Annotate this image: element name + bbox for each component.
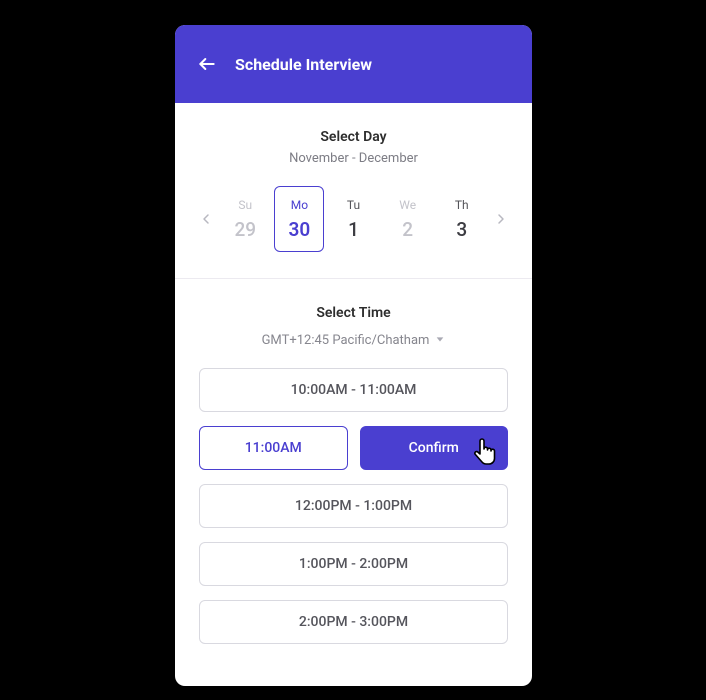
time-slot[interactable]: 2:00PM - 3:00PM	[199, 600, 508, 644]
time-slot[interactable]: 1:00PM - 2:00PM	[199, 542, 508, 586]
day-option[interactable]: Tu 1	[328, 186, 378, 252]
page-title: Schedule Interview	[235, 55, 372, 74]
day-number: 29	[234, 218, 256, 241]
timezone-label: GMT+12:45 Pacific/Chatham	[262, 333, 430, 348]
day-of-week: Su	[238, 198, 252, 212]
select-day-title: Select Day	[195, 129, 512, 145]
day-number: 3	[456, 218, 467, 241]
day-number: 2	[402, 218, 413, 241]
timezone-selector[interactable]: GMT+12:45 Pacific/Chatham	[262, 333, 446, 348]
day-of-week: Mo	[291, 198, 308, 212]
back-arrow-icon[interactable]	[197, 54, 217, 74]
selected-slot-row: 11:00AM Confirm	[199, 426, 508, 470]
time-slot[interactable]: 10:00AM - 11:00AM	[199, 368, 508, 412]
day-of-week: Th	[455, 198, 469, 212]
header-bar: Schedule Interview	[175, 25, 532, 103]
caret-down-icon	[435, 333, 445, 348]
day-row: Su 29 Mo 30 Tu 1 We 2 Th 3	[195, 186, 512, 278]
select-day-section: Select Day November - December Su 29 Mo …	[175, 103, 532, 278]
time-slot[interactable]: 12:00PM - 1:00PM	[199, 484, 508, 528]
schedule-card: Schedule Interview Select Day November -…	[175, 25, 532, 686]
select-time-section: Select Time GMT+12:45 Pacific/Chatham 10…	[175, 279, 532, 644]
time-slot-list: 10:00AM - 11:00AM 11:00AM Confirm 12:00P…	[199, 368, 508, 644]
next-week-icon[interactable]	[491, 211, 512, 227]
day-of-week: We	[399, 198, 416, 212]
selected-time-chip[interactable]: 11:00AM	[199, 426, 348, 470]
day-option[interactable]: Su 29	[220, 186, 270, 252]
day-number: 30	[289, 218, 311, 241]
day-option[interactable]: Mo 30	[274, 186, 324, 252]
confirm-button[interactable]: Confirm	[360, 426, 509, 470]
day-option[interactable]: We 2	[383, 186, 433, 252]
day-of-week: Tu	[347, 198, 360, 212]
month-range: November - December	[195, 151, 512, 166]
select-time-title: Select Time	[199, 305, 508, 321]
day-option[interactable]: Th 3	[437, 186, 487, 252]
prev-week-icon[interactable]	[195, 211, 216, 227]
day-number: 1	[348, 218, 359, 241]
